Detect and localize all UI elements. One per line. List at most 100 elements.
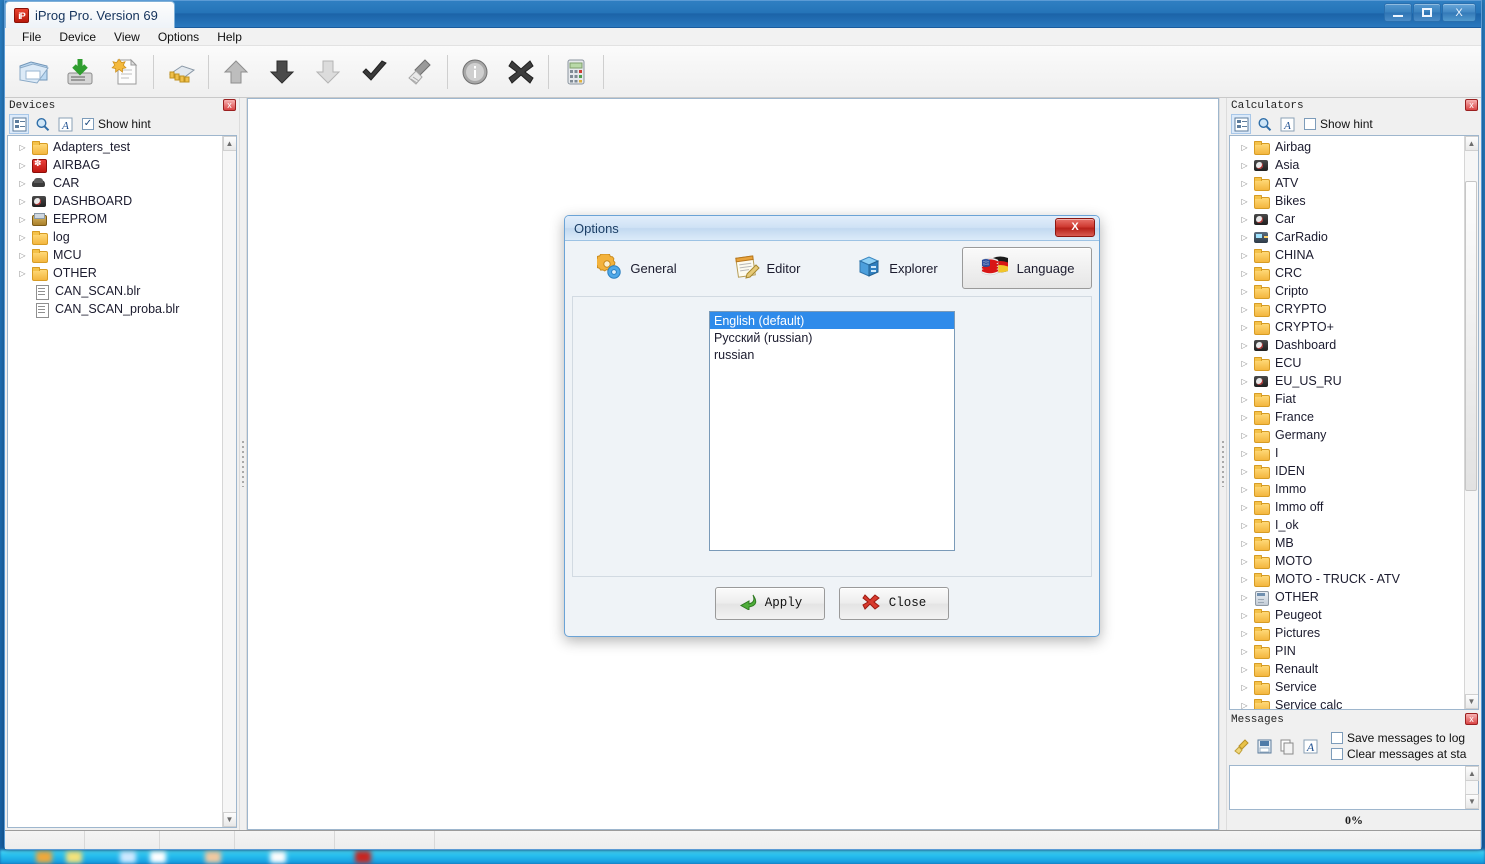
- options-dialog-close-button[interactable]: X: [1055, 218, 1095, 237]
- chevron-right-icon[interactable]: ▷: [1240, 467, 1249, 476]
- chevron-right-icon[interactable]: ▷: [1240, 521, 1249, 530]
- chevron-right-icon[interactable]: ▷: [1240, 557, 1249, 566]
- chevron-right-icon[interactable]: ▷: [1240, 287, 1249, 296]
- calculators-tree-item[interactable]: ▷ PIN: [1230, 642, 1464, 660]
- calculators-tree-item[interactable]: ▷ Renault: [1230, 660, 1464, 678]
- chevron-right-icon[interactable]: ▷: [1240, 683, 1249, 692]
- chevron-right-icon[interactable]: ▷: [1240, 251, 1249, 260]
- chip-icon[interactable]: [158, 49, 204, 95]
- calculators-tree-item[interactable]: ▷ CarRadio: [1230, 228, 1464, 246]
- chevron-right-icon[interactable]: ▷: [1240, 359, 1249, 368]
- calculators-tree[interactable]: ▷ Airbag ▷ Asia ▷ ATV ▷ Bikes ▷ Car ▷ CarRadio ▷ CHIN…: [1229, 135, 1479, 710]
- chevron-right-icon[interactable]: ▷: [1240, 305, 1249, 314]
- chevron-right-icon[interactable]: ▷: [1240, 431, 1249, 440]
- font-icon[interactable]: A: [1300, 736, 1320, 756]
- language-option[interactable]: Русский (russian): [710, 329, 954, 346]
- devices-tree-item[interactable]: ▷ DASHBOARD: [8, 192, 222, 210]
- menu-item-options[interactable]: Options: [149, 29, 208, 45]
- taskbar-icon[interactable]: [36, 851, 52, 863]
- menu-item-view[interactable]: View: [105, 29, 149, 45]
- apply-button[interactable]: Apply: [715, 586, 825, 620]
- calculators-tree-item[interactable]: ▷ Peugeot: [1230, 606, 1464, 624]
- chevron-right-icon[interactable]: ▷: [1240, 197, 1249, 206]
- arrow-down-icon[interactable]: [259, 49, 305, 95]
- scrollbar-track[interactable]: [1465, 781, 1479, 794]
- chevron-right-icon[interactable]: ▷: [1240, 593, 1249, 602]
- tab-editor[interactable]: Editor: [702, 247, 832, 289]
- clear-messages-at-start-checkbox[interactable]: Clear messages at sta: [1331, 747, 1466, 761]
- scroll-down-icon[interactable]: ▼: [1465, 794, 1479, 809]
- chevron-right-icon[interactable]: ▷: [18, 197, 27, 206]
- chevron-right-icon[interactable]: ▷: [1240, 539, 1249, 548]
- scroll-up-icon[interactable]: ▲: [222, 136, 236, 151]
- save-icon[interactable]: [1254, 736, 1274, 756]
- messages-panel-close-icon[interactable]: x: [1465, 713, 1478, 725]
- chevron-right-icon[interactable]: ▷: [1240, 701, 1249, 710]
- devices-tree-item[interactable]: ▷ OTHER: [8, 264, 222, 282]
- devices-tree-item[interactable]: ▷ Adapters_test: [8, 138, 222, 156]
- chevron-right-icon[interactable]: ▷: [1240, 485, 1249, 494]
- language-listbox[interactable]: English (default) Русский (russian) russia…: [709, 311, 955, 551]
- devices-tree-item[interactable]: CAN_SCAN_proba.blr: [8, 300, 222, 318]
- language-option[interactable]: English (default): [710, 312, 954, 329]
- chevron-right-icon[interactable]: ▷: [18, 233, 27, 242]
- scrollbar-thumb[interactable]: [1464, 181, 1477, 491]
- calculators-tree-item[interactable]: ▷ ATV: [1230, 174, 1464, 192]
- chevron-right-icon[interactable]: ▷: [1240, 665, 1249, 674]
- chevron-right-icon[interactable]: ▷: [1240, 647, 1249, 656]
- calculators-tree-item[interactable]: ▷ Bikes: [1230, 192, 1464, 210]
- open-file-icon[interactable]: [11, 49, 57, 95]
- calculators-tree-item[interactable]: ▷ Service calc: [1230, 696, 1464, 709]
- calculators-tree-item[interactable]: ▷ ECU: [1230, 354, 1464, 372]
- calculators-tree-item[interactable]: ▷ Pictures: [1230, 624, 1464, 642]
- calculators-tree-item[interactable]: ▷ Cripto: [1230, 282, 1464, 300]
- tree-view-icon[interactable]: [1231, 114, 1251, 134]
- devices-tree-item[interactable]: ▷ AIRBAG: [8, 156, 222, 174]
- new-file-icon[interactable]: [103, 49, 149, 95]
- tab-explorer[interactable]: Explorer: [832, 247, 962, 289]
- chevron-right-icon[interactable]: ▷: [1240, 233, 1249, 242]
- calculators-tree-item[interactable]: ▷ MOTO: [1230, 552, 1464, 570]
- chevron-right-icon[interactable]: ▷: [1240, 179, 1249, 188]
- calculators-tree-item[interactable]: ▷ Dashboard: [1230, 336, 1464, 354]
- broom-icon[interactable]: [1231, 736, 1251, 756]
- calculators-tree-item[interactable]: ▷ CRC: [1230, 264, 1464, 282]
- calculators-tree-item[interactable]: ▷ IDEN: [1230, 462, 1464, 480]
- calculators-tree-item[interactable]: ▷ Immo: [1230, 480, 1464, 498]
- chevron-right-icon[interactable]: ▷: [1240, 395, 1249, 404]
- chevron-right-icon[interactable]: ▷: [1240, 161, 1249, 170]
- devices-tree[interactable]: ▷ Adapters_test ▷ AIRBAG ▷ CAR ▷ DASHBOARD ▷ EEPR…: [7, 135, 237, 828]
- devices-tree-item[interactable]: ▷ MCU: [8, 246, 222, 264]
- chevron-right-icon[interactable]: ▷: [18, 251, 27, 260]
- right-splitter[interactable]: [1219, 98, 1227, 830]
- taskbar-icon[interactable]: [355, 851, 371, 863]
- scroll-up-icon[interactable]: ▲: [1464, 136, 1478, 151]
- menu-item-device[interactable]: Device: [50, 29, 105, 45]
- language-option[interactable]: russian: [710, 346, 954, 363]
- chevron-right-icon[interactable]: ▷: [18, 179, 27, 188]
- calculators-tree-item[interactable]: ▷ Car: [1230, 210, 1464, 228]
- calculators-tree-item[interactable]: ▷ I: [1230, 444, 1464, 462]
- calculators-tree-item[interactable]: ▷ MOTO - TRUCK - ATV: [1230, 570, 1464, 588]
- taskbar-icon[interactable]: [120, 851, 136, 863]
- chevron-right-icon[interactable]: ▷: [1240, 413, 1249, 422]
- info-icon[interactable]: [452, 49, 498, 95]
- search-icon[interactable]: [32, 114, 52, 134]
- close-window-button[interactable]: X: [1442, 3, 1476, 22]
- taskbar-icon[interactable]: [270, 851, 286, 863]
- arrow-down-light-icon[interactable]: [305, 49, 351, 95]
- taskbar-icon[interactable]: [66, 851, 82, 863]
- devices-tree-item[interactable]: ▷ log: [8, 228, 222, 246]
- devices-panel-close-icon[interactable]: x: [223, 99, 236, 111]
- calculators-tree-item[interactable]: ▷ CRYPTO+: [1230, 318, 1464, 336]
- chevron-right-icon[interactable]: ▷: [1240, 629, 1249, 638]
- chevron-right-icon[interactable]: ▷: [18, 161, 27, 170]
- devices-tree-scrollbar[interactable]: ▲ ▼: [222, 136, 236, 827]
- calculators-panel-close-icon[interactable]: x: [1465, 99, 1478, 111]
- menu-item-help[interactable]: Help: [208, 29, 251, 45]
- calculators-tree-item[interactable]: ▷ EU_US_RU: [1230, 372, 1464, 390]
- font-icon[interactable]: A: [55, 114, 75, 134]
- cancel-icon[interactable]: [498, 49, 544, 95]
- app-window-tab[interactable]: iP iProg Pro. Version 69: [5, 1, 175, 28]
- chevron-right-icon[interactable]: ▷: [1240, 269, 1249, 278]
